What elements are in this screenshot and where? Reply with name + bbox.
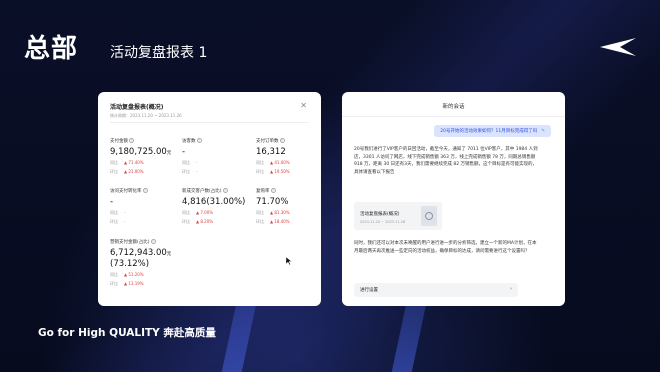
help-icon[interactable]: ? <box>150 239 156 244</box>
metric-payment-amount: 支付金额? 9,180,725.00元 同比 ▲ 71.40% 环比 ▲ 21.00… <box>110 138 172 174</box>
chevron-right-icon: › <box>510 286 512 292</box>
assistant-reply-followup: 同时，我们还可以对本次未唤醒的用户进行进一步的分析筛选，建立一个新的MA计划，在… <box>354 241 537 254</box>
brand-logo-icon <box>600 38 636 56</box>
pencil-icon[interactable]: ✎ <box>541 129 545 134</box>
assistant-reply: 20号我们进行了VIP客户的日回活动，截至今天，通知了 7011 位VIP客户，… <box>354 147 538 175</box>
metric-repurchase-rate: 复购率? 71.70% 同比 ▲ 81.30% 环比 ▲ 18.40% <box>256 188 290 224</box>
help-icon[interactable]: ? <box>142 188 148 193</box>
metric-conversion-rate: 访问支付转化率? - 同比 - 环比 - <box>110 188 148 224</box>
mouse-cursor-icon <box>286 257 292 265</box>
help-icon[interactable]: ? <box>129 138 134 143</box>
report-attachment-card[interactable]: 活动复盘报表(概况) 2023.11.20 ~ 2023.11.26 <box>354 202 442 230</box>
metric-visitors: 访客数? - 同比 - 环比 - <box>182 138 202 174</box>
chat-title: 新的会话 <box>442 104 465 110</box>
help-icon[interactable]: ? <box>222 188 228 193</box>
page-subtitle: 活动复盘报表 1 <box>110 45 208 61</box>
report-card: 活动复盘报表(概况) 统计周期：2023.11.20 ~ 2023.11.26 … <box>98 92 321 306</box>
divider <box>342 116 565 117</box>
report-title: 活动复盘报表(概况) <box>110 104 164 111</box>
divider <box>110 122 309 123</box>
report-date-range: 统计周期：2023.11.20 ~ 2023.11.26 <box>110 113 182 118</box>
help-icon[interactable]: ? <box>196 138 202 143</box>
metric-marketing-payment: 营销支付金额(占比)? 6,712,943.00元 (73.12%) 同比 ▲ 5… <box>110 239 172 286</box>
help-icon[interactable]: ? <box>279 138 285 143</box>
setup-button[interactable]: 进行设置 › <box>354 283 518 297</box>
metric-new-customers: 新成交客户数(占比)? 4,816(31.00%) 同比 ▲ 7.00% 环比 ▲ … <box>182 188 246 224</box>
close-icon[interactable]: ✕ <box>300 101 307 110</box>
help-icon[interactable]: ? <box>270 188 276 193</box>
document-icon <box>421 206 437 226</box>
footer-slogan: Go for High QUALITY 奔赴高质量 <box>38 327 216 339</box>
user-message: 20号开始的活动效果如何？11月目标完成得了吗 ✎ <box>434 125 551 137</box>
chat-card: 新的会话 20号开始的活动效果如何？11月目标完成得了吗 ✎ 20号我们进行了VI… <box>342 92 565 306</box>
metric-orders: 支付订单数? 16,312 同比 ▲ 41.00% 环比 ▲ 19.50% <box>256 138 290 174</box>
page-title: 总部 <box>24 34 79 64</box>
